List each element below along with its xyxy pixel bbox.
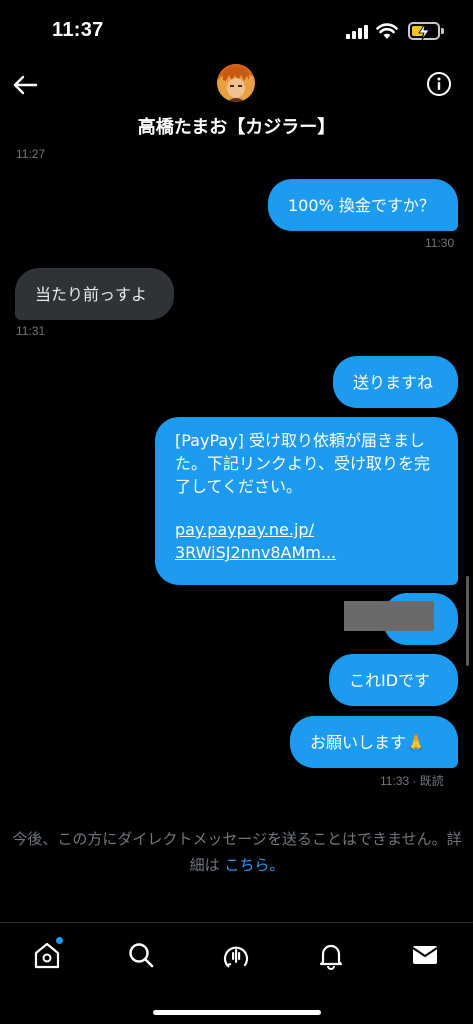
- back-arrow-icon[interactable]: [10, 70, 40, 100]
- wifi-icon: [376, 23, 398, 39]
- paypay-link[interactable]: pay.paypay.ne.jp/ 3RWiSJ2nnv8AMm...: [175, 518, 438, 564]
- notification-dot: [56, 937, 63, 944]
- outgoing-message[interactable]: これIDです: [329, 654, 458, 706]
- bell-icon: [319, 944, 343, 970]
- tab-messages[interactable]: [407, 937, 443, 973]
- status-time: 11:37: [52, 19, 104, 41]
- tab-notifications[interactable]: [313, 937, 349, 973]
- redacted-block: [344, 601, 434, 631]
- conversation-header: 高橋たまお【カジラー】: [0, 60, 473, 146]
- outgoing-message[interactable]: お願いします🙏: [290, 716, 458, 768]
- dm-restricted-notice: 今後、この方にダイレクトメッセージを送ることはできません。詳細は こちら。: [12, 826, 462, 878]
- timestamp: 11:30: [425, 236, 455, 250]
- paypay-message-text: [PayPay] 受け取り依頼が届きました。下記リンクより、受け取りを完了してく…: [175, 431, 431, 496]
- mail-icon: [412, 946, 438, 964]
- contact-name[interactable]: 高橋たまお【カジラー】: [0, 113, 473, 139]
- outgoing-message[interactable]: 100% 換金ですか？: [268, 179, 458, 231]
- learn-more-link[interactable]: こちら。: [224, 856, 284, 874]
- battery-icon: [408, 22, 444, 41]
- read-receipt: 11:33 · 既読: [380, 774, 444, 788]
- message-list: 11:27 100% 換金ですか？ 11:30 当たり前っすよ 11:31 送り…: [0, 146, 473, 922]
- timestamp: 11:31: [16, 324, 46, 338]
- scrollbar[interactable]: [466, 576, 469, 666]
- incoming-message[interactable]: 当たり前っすよ: [15, 268, 174, 320]
- info-icon[interactable]: [426, 71, 452, 97]
- avatar[interactable]: [217, 64, 255, 102]
- outgoing-message[interactable]: 送りますね: [333, 356, 458, 408]
- spaces-icon: [223, 946, 249, 968]
- search-icon: [129, 943, 154, 968]
- tab-spaces[interactable]: [218, 937, 254, 973]
- tab-bar: [0, 922, 473, 1024]
- signal-icon: [346, 24, 370, 39]
- paypay-message[interactable]: [PayPay] 受け取り依頼が届きました。下記リンクより、受け取りを完了してく…: [155, 417, 458, 585]
- status-bar: 11:37: [0, 0, 473, 60]
- tab-home[interactable]: [29, 937, 65, 973]
- tab-search[interactable]: [123, 937, 159, 973]
- timestamp: 11:27: [16, 147, 46, 161]
- home-indicator: [153, 1010, 321, 1015]
